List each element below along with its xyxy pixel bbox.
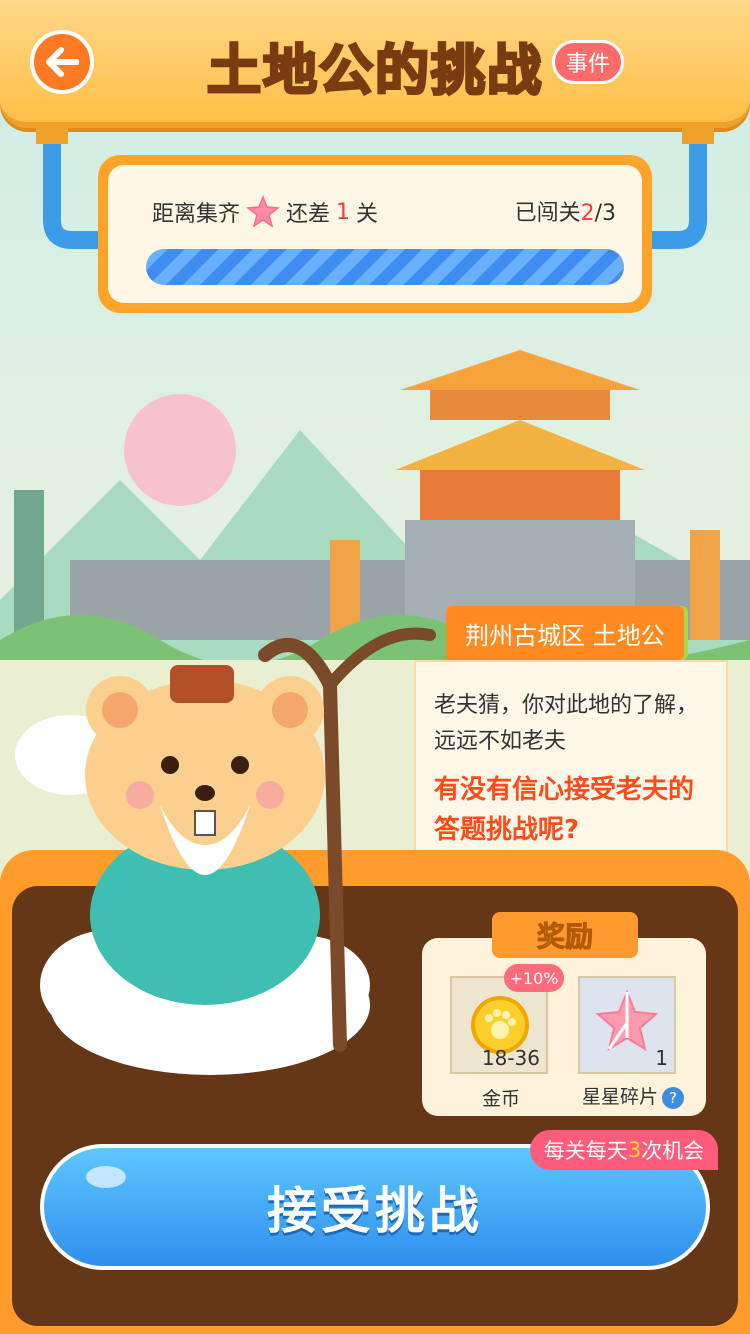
page-title: 土地公的挑战: [206, 38, 543, 104]
progress-bar-fill: [146, 249, 624, 285]
reward-star-count: 1: [655, 1046, 668, 1070]
reward-label-coins: 金币: [482, 1088, 521, 1110]
reward-label-star: 星星碎片: [582, 1086, 659, 1108]
scene: 土地公的挑战 事件 距离集齐 还差 1 关 已闯关2/3 荆州古城区 土地公 老…: [0, 0, 750, 1334]
dialog-box: 老夫猜，你对此地的了解，远远不如老夫 有没有信心接受老夫的答题挑战呢?: [414, 660, 728, 874]
dialog-text-highlight: 有没有信心接受老夫的答题挑战呢?: [434, 775, 695, 845]
chance-count: 3: [627, 1138, 642, 1162]
accept-challenge-label: 接受挑战: [267, 1182, 483, 1240]
progress-bar: [146, 249, 624, 285]
earth-god-character-illustration: [15, 627, 436, 1075]
progress-remaining-count: 1: [336, 199, 351, 225]
progress-mid: 还差: [286, 202, 331, 227]
reward-title: 奖励: [492, 912, 638, 958]
progress-card: 距离集齐 还差 1 关 已闯关2/3: [98, 155, 652, 313]
daily-chance-tag: 每关每天 3 次机会: [530, 1130, 718, 1170]
progress-prefix: 距离集齐: [152, 202, 241, 227]
reward-slot-star-fragment[interactable]: 1: [578, 976, 676, 1074]
progress-passed-text: 已闯关2/3: [515, 195, 616, 227]
header-bar: 土地公的挑战 事件: [0, 0, 750, 128]
progress-card-inner: 距离集齐 还差 1 关 已闯关2/3: [108, 165, 642, 303]
sun-shape: [124, 394, 236, 506]
reward-coin-count: 18-36: [481, 1046, 540, 1070]
passed-label: 已闯关: [514, 201, 581, 226]
paw-icon: [485, 1009, 516, 1039]
passed-total: /3: [594, 201, 616, 226]
button-shine: [86, 1166, 126, 1188]
progress-remaining-text: 距离集齐 还差 1 关: [152, 195, 378, 229]
chance-suffix: 次机会: [641, 1139, 705, 1163]
passed-count: 2: [580, 201, 595, 226]
reward-bonus-badge: +10%: [504, 964, 564, 992]
progress-suffix: 关: [356, 202, 379, 227]
chance-prefix: 每关每天: [543, 1139, 628, 1163]
location-tag: 荆州古城区 土地公: [446, 606, 684, 660]
reward-label-star-wrap: 星星碎片?: [582, 1082, 685, 1109]
dialog-text-normal: 老夫猜，你对此地的了解，远远不如老夫: [434, 693, 699, 754]
event-badge: 事件: [552, 40, 624, 84]
pink-star-icon: [246, 195, 280, 228]
question-icon[interactable]: ?: [662, 1086, 685, 1109]
